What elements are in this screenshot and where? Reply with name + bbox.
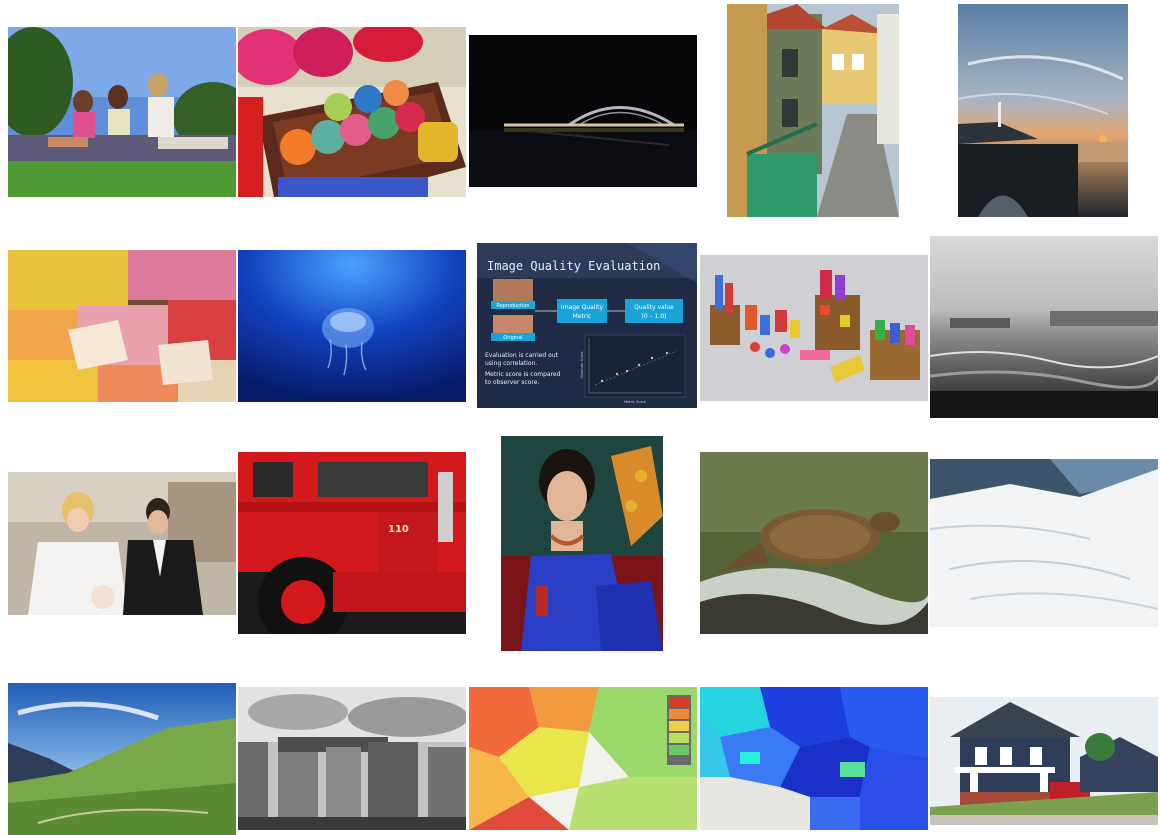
slide-box-metric-line2: Metric xyxy=(573,313,592,320)
truck-number: 110 xyxy=(388,524,409,535)
render-house xyxy=(930,697,1158,825)
photo-sunset-coast xyxy=(958,4,1128,217)
photo-yarn-box xyxy=(238,27,466,197)
slide-body-line3: Metric score is compared xyxy=(485,371,561,378)
photo-wedding-couple xyxy=(8,472,236,615)
slide-box-original: Original xyxy=(503,335,523,341)
photo-street-houses xyxy=(727,4,899,217)
photo-jellyfish xyxy=(238,250,466,402)
slide-plot-xlabel: Metric Score xyxy=(624,400,646,404)
slide-box-quality-line1: Quality value xyxy=(634,304,674,311)
photo-toy-blocks xyxy=(700,255,928,401)
slide-box-quality-line2: (0 – 1.0) xyxy=(642,313,667,320)
slide-body-line1: Evaluation is carried out xyxy=(485,352,559,359)
slide-body-line4: to observer score. xyxy=(485,379,539,386)
photo-stonehenge xyxy=(238,687,466,830)
slide-plot-ylabel: Observer Score xyxy=(580,352,584,379)
photo-bw-shore xyxy=(930,236,1158,418)
photo-women-picnic xyxy=(8,27,236,197)
photo-flower-market xyxy=(8,250,236,402)
photo-snow-slope xyxy=(930,459,1158,627)
photo-red-truck: 110 xyxy=(238,452,466,634)
photo-night-bridge xyxy=(469,35,697,187)
slide-image-quality-evaluation: Image Quality Evaluation Reproduction Or… xyxy=(477,243,697,408)
photo-portrait-woman xyxy=(501,436,663,651)
slide-body-line2: using correlation. xyxy=(485,360,537,367)
photo-sea-turtle xyxy=(700,452,928,634)
slide-box-metric-line1: Image Quality xyxy=(561,304,604,311)
photo-mountain-meadow xyxy=(8,683,236,835)
map-blue-regions xyxy=(700,687,928,830)
map-europe xyxy=(469,687,697,830)
slide-title: Image Quality Evaluation xyxy=(487,259,660,273)
slide-box-reproduction: Reproduction xyxy=(496,303,529,309)
